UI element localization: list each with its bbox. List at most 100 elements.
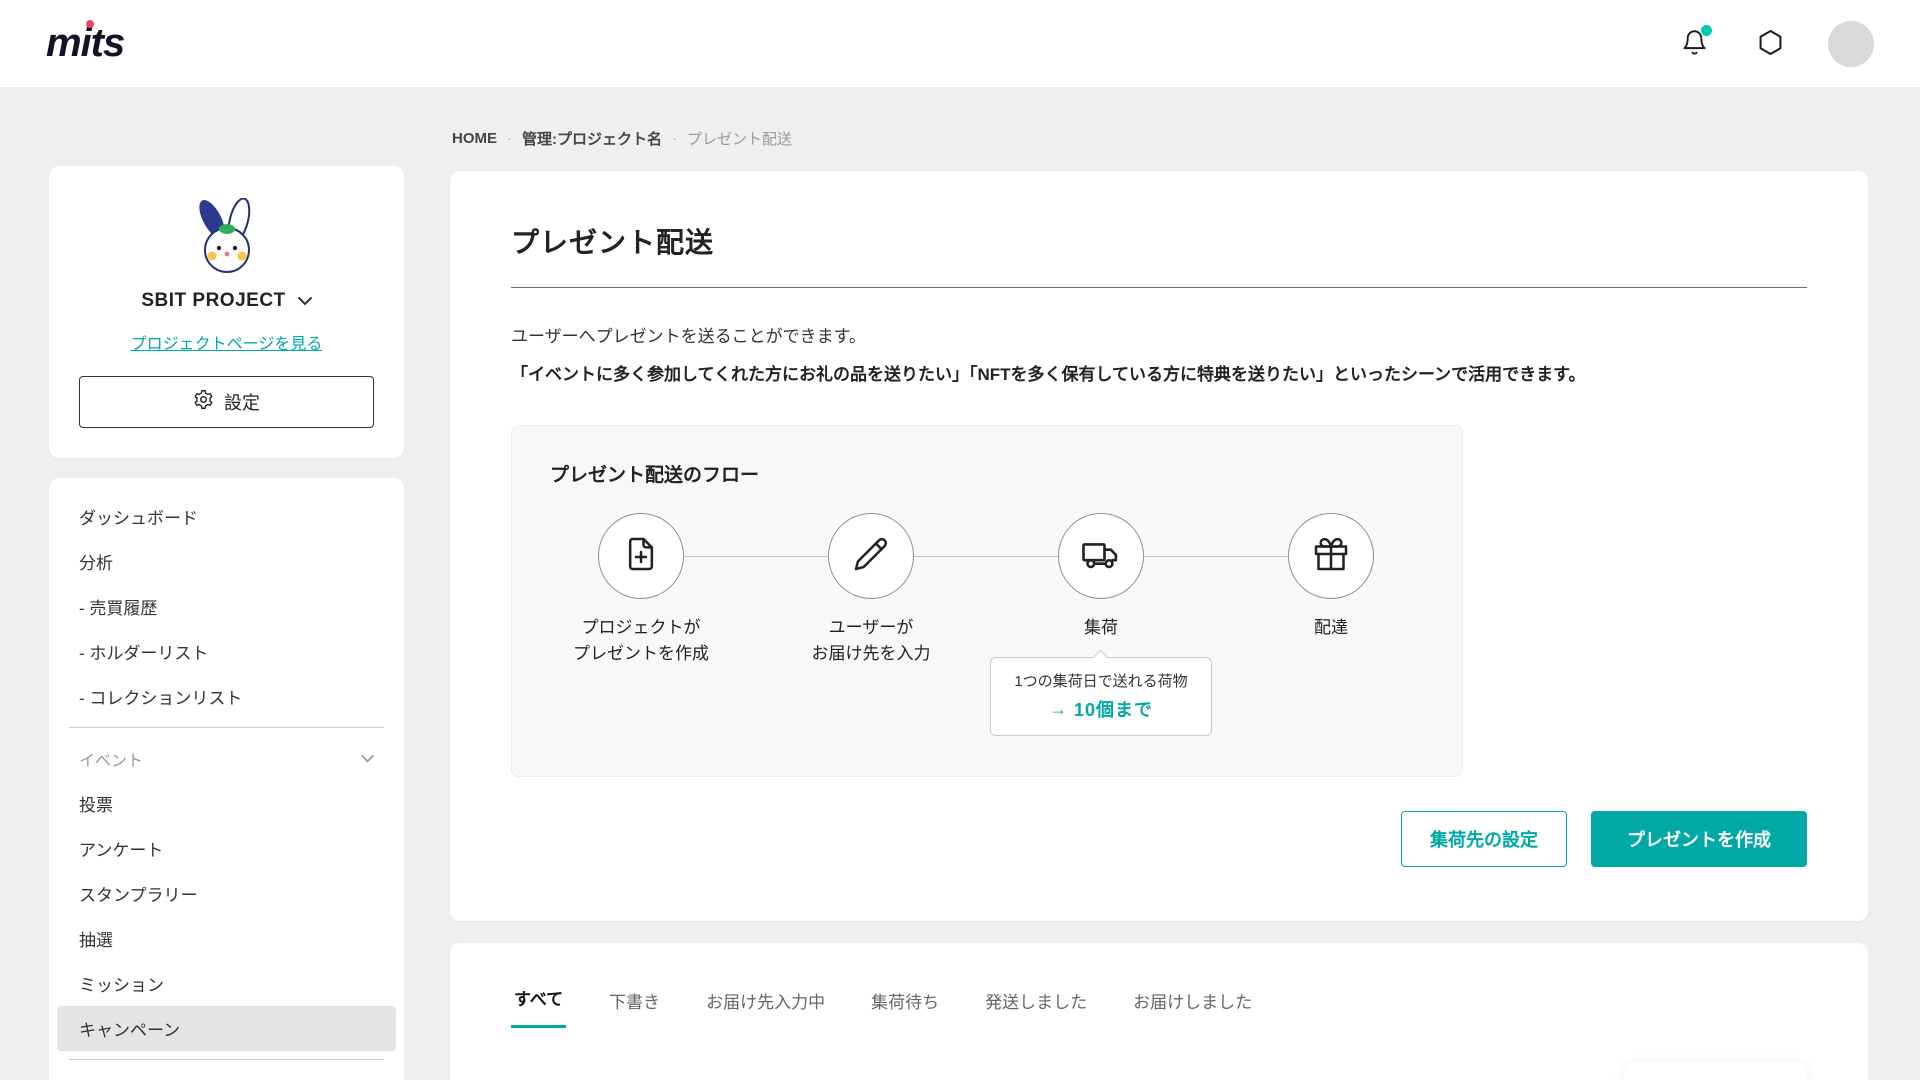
- pickup-settings-button[interactable]: 集荷先の設定: [1401, 811, 1567, 867]
- breadcrumb-current: プレゼント配送: [687, 128, 792, 149]
- menu-item-label: 投票: [79, 791, 113, 816]
- flow-step-label: プロジェクトが プレゼントを作成: [573, 615, 709, 668]
- flow-step-create: プロジェクトが プレゼントを作成: [526, 513, 756, 736]
- chevron-down-icon: [298, 290, 312, 312]
- tab-draft[interactable]: 下書き: [606, 988, 663, 1028]
- tab-shipped[interactable]: 発送しました: [982, 988, 1090, 1028]
- settings-button[interactable]: 設定: [79, 376, 374, 428]
- flow-step-circle: [828, 513, 914, 599]
- flow-step-label-line: プレゼントを作成: [573, 641, 709, 667]
- menu-divider: [69, 1059, 384, 1060]
- flow-step-address: ユーザーが お届け先を入力: [756, 513, 986, 736]
- present-list-card: すべて 下書き お届け先入力中 集荷待ち 発送しました お届けしました 1/15: [450, 943, 1868, 1080]
- arrow-right-icon: →: [1049, 699, 1067, 720]
- menu-item-label: - コレクションリスト: [79, 684, 242, 709]
- logo-accent-dot: [86, 20, 94, 28]
- menu-item-label: 抽選: [79, 926, 113, 951]
- pagination-row: 1/15: [511, 1062, 1807, 1080]
- flow-step-label-line: ユーザーが: [812, 615, 931, 641]
- app-logo[interactable]: mits: [46, 21, 134, 66]
- sidebar-item-survey[interactable]: アンケート: [57, 826, 396, 871]
- present-delivery-card: プレゼント配送 ユーザーへプレゼントを送ることができます。 「イベントに多く参加…: [450, 171, 1868, 921]
- gift-icon: [1311, 534, 1351, 579]
- menu-item-label: - ホルダーリスト: [79, 639, 208, 664]
- breadcrumb-link-home[interactable]: HOME: [452, 130, 497, 147]
- breadcrumb-link-project[interactable]: 管理:プロジェクト名: [522, 128, 662, 149]
- breadcrumb-separator: ·: [672, 130, 677, 147]
- project-image: [79, 198, 374, 276]
- project-card: SBIT PROJECT プロジェクトページを見る 設定: [49, 166, 404, 458]
- pickup-limit-value: → 10個まで: [1003, 696, 1199, 722]
- tab-awaiting-pickup[interactable]: 集荷待ち: [868, 988, 942, 1028]
- menu-item-label: 分析: [79, 549, 113, 574]
- pagination: 1/15: [1624, 1062, 1807, 1080]
- app-logo-text: mits: [46, 21, 124, 65]
- hexagon-menu-button[interactable]: [1752, 26, 1788, 62]
- page-title: プレゼント配送: [511, 221, 1807, 261]
- pickup-limit-text: 1つの集荷日で送れる荷物: [1003, 670, 1199, 691]
- sidebar-item-dashboard[interactable]: ダッシュボード: [57, 494, 396, 539]
- flow-title: プレゼント配送のフロー: [550, 460, 1462, 487]
- document-plus-icon: [621, 534, 661, 579]
- menu-divider: [69, 727, 384, 728]
- chevron-down-icon: [361, 750, 374, 768]
- flow-step-circle: [1288, 513, 1374, 599]
- sidebar-menu: ダッシュボード 分析 - 売買履歴 - ホルダーリスト - コレクションリスト …: [49, 478, 404, 1080]
- sidebar-item-stamp-rally[interactable]: スタンプラリー: [57, 871, 396, 916]
- hexagon-icon: [1756, 28, 1785, 60]
- flow-step-label: ユーザーが お届け先を入力: [812, 615, 931, 668]
- page-body: SBIT PROJECT プロジェクトページを見る 設定 ダッシュボード 分析 …: [0, 88, 1920, 1080]
- sidebar-item-mission[interactable]: ミッション: [57, 961, 396, 1006]
- menu-section-label: イベント: [79, 747, 143, 771]
- pencil-icon: [851, 534, 891, 579]
- create-present-button[interactable]: プレゼントを作成: [1591, 811, 1807, 867]
- sidebar-section-event[interactable]: イベント: [57, 736, 396, 781]
- project-name: SBIT PROJECT: [141, 290, 285, 312]
- flow-step-delivery: 配達: [1216, 513, 1446, 736]
- sidebar-section-nft-utility[interactable]: NFTユーティリティ: [57, 1068, 396, 1080]
- tab-delivered[interactable]: お届けしました: [1130, 988, 1255, 1028]
- flow-step-label-line: 配達: [1314, 615, 1348, 641]
- title-divider: [511, 287, 1807, 288]
- app-header: mits: [0, 0, 1920, 88]
- action-buttons: 集荷先の設定 プレゼントを作成: [511, 811, 1807, 867]
- menu-item-label: アンケート: [79, 836, 163, 861]
- flow-step-label-line: お届け先を入力: [812, 641, 931, 667]
- menu-item-label: スタンプラリー: [79, 881, 198, 906]
- flow-steps: プロジェクトが プレゼントを作成 ユーザーが お届け先を入力: [526, 513, 1462, 736]
- main-column: HOME · 管理:プロジェクト名 · プレゼント配送 プレゼント配送 ユーザー…: [450, 128, 1868, 1080]
- flow-step-pickup: 集荷 1つの集荷日で送れる荷物 → 10個まで: [986, 513, 1216, 736]
- notification-dot: [1701, 25, 1712, 36]
- description-emphasis: 「イベントに多く参加してくれた方にお礼の品を送りたい」「NFTを多く保有している…: [511, 360, 1807, 385]
- flow-step-label: 集荷: [1084, 615, 1118, 641]
- tab-address-entry[interactable]: お届け先入力中: [703, 988, 828, 1028]
- tab-all[interactable]: すべて: [511, 985, 566, 1028]
- sidebar-item-sales-history[interactable]: - 売買履歴: [57, 584, 396, 629]
- flow-step-label-line: 集荷: [1084, 615, 1118, 641]
- user-avatar[interactable]: [1828, 21, 1874, 67]
- truck-icon: [1080, 533, 1122, 580]
- notifications-button[interactable]: [1676, 26, 1712, 62]
- menu-item-label: ダッシュボード: [79, 504, 198, 529]
- sidebar-item-lottery[interactable]: 抽選: [57, 916, 396, 961]
- flow-step-label-line: プロジェクトが: [573, 615, 709, 641]
- breadcrumb: HOME · 管理:プロジェクト名 · プレゼント配送: [452, 128, 1868, 149]
- sidebar-item-vote[interactable]: 投票: [57, 781, 396, 826]
- menu-item-label: - 売買履歴: [79, 594, 157, 619]
- settings-button-label: 設定: [224, 389, 260, 415]
- flow-step-label: 配達: [1314, 615, 1348, 641]
- menu-item-label: ミッション: [79, 971, 164, 996]
- pickup-limit-bubble: 1つの集荷日で送れる荷物 → 10個まで: [990, 657, 1212, 736]
- project-selector[interactable]: SBIT PROJECT: [79, 290, 374, 312]
- sidebar-item-analytics[interactable]: 分析: [57, 539, 396, 584]
- description: ユーザーへプレゼントを送ることができます。: [511, 322, 1807, 347]
- flow-step-circle: [1058, 513, 1144, 599]
- gear-icon: [193, 389, 214, 415]
- pickup-limit-highlight: 10個まで: [1074, 696, 1153, 722]
- delivery-flow-panel: プレゼント配送のフロー プロジェクトが プレゼントを作成: [511, 425, 1463, 777]
- project-page-link[interactable]: プロジェクトページを見る: [131, 330, 323, 354]
- sidebar-item-collection-list[interactable]: - コレクションリスト: [57, 674, 396, 719]
- sidebar-item-holder-list[interactable]: - ホルダーリスト: [57, 629, 396, 674]
- menu-item-label: キャンペーン: [79, 1016, 180, 1041]
- sidebar-item-campaign[interactable]: キャンペーン: [57, 1006, 396, 1051]
